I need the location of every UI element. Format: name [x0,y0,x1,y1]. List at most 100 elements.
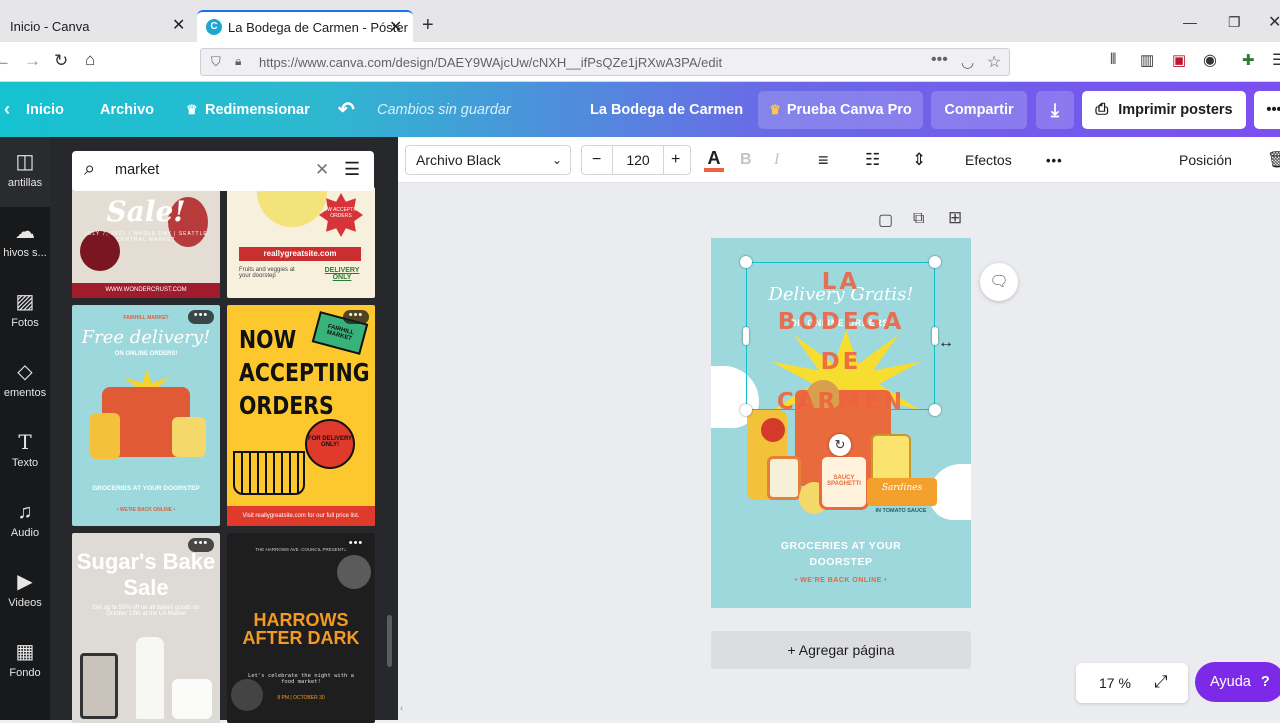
add-comment-icon[interactable]: 🗨︎ [980,263,1018,301]
press-shape [80,653,118,719]
document-title[interactable]: La Bodega de Carmen [590,82,743,137]
thumb-bottom: GROCERIES AT YOUR DOORSTEP [92,485,200,492]
template-thumbnail[interactable]: FAIRHILL MARKET Free delivery! ON ONLINE… [72,305,220,526]
extension-icon[interactable]: ▣ [1172,51,1186,69]
maximize-icon[interactable]: ❐ [1228,14,1241,31]
align-center-icon[interactable]: ≡ [818,145,829,175]
more-icon[interactable]: ••• [931,51,948,69]
fullscreen-icon[interactable]: ⤢ [1154,672,1168,692]
template-thumbnail[interactable]: Sale! JULY 7, 2021 | WHOLE DAY | SEATTLE… [72,187,220,298]
minimize-icon[interactable]: — [1183,14,1197,30]
new-tab-button[interactable]: + [422,14,434,37]
text-color-icon[interactable]: A [704,148,724,172]
more-options-icon[interactable]: ••• [188,310,214,324]
reload-icon[interactable]: ↻ [54,51,68,71]
try-pro-button[interactable]: ♛ Prueba Canva Pro [758,91,923,129]
effects-button[interactable]: Efectos [965,145,1012,175]
resize-handle[interactable] [929,256,941,268]
rail-videos[interactable]: ▶ Videos [0,557,50,627]
download-icon[interactable]: ⤓ [1036,91,1074,129]
spacing-icon[interactable]: ⇕ [912,145,926,175]
font-size-stepper[interactable]: − 120 + [581,145,691,175]
add-page-icon[interactable]: ⊞ [948,208,962,228]
font-family-select[interactable]: Archivo Black ⌄ [405,145,571,175]
scroll-left-icon[interactable]: ‹ [400,703,403,714]
thumb-sub: ON ONLINE ORDERS! [114,351,178,357]
share-button[interactable]: Compartir [931,91,1027,129]
rail-audio[interactable]: ♫ Audio [0,487,50,557]
undo-icon[interactable]: ↶ [338,82,355,137]
chevron-left-icon[interactable]: ‹ [4,82,10,137]
thumb-delivery: DELIVERY ONLY [324,267,360,281]
side-handle[interactable] [743,327,749,345]
help-button[interactable]: Ayuda ? [1195,662,1280,702]
rail-photos[interactable]: ▨ Fotos [0,277,50,347]
thumb-title: NOW ACCEPTING ORDERS [239,325,370,420]
filter-icon[interactable]: ☰ [344,159,360,180]
template-thumbnail[interactable]: THE HARROWS AVE. COUNCIL PRESENTS HARROW… [227,533,375,723]
clear-icon[interactable]: ✕ [315,160,329,180]
list-icon[interactable]: ☷ [865,145,880,175]
extensions-icon[interactable]: ✚ [1242,51,1255,69]
question-icon: ? [1260,674,1270,690]
side-rail: ◫ antillas ☁ hivos s... ▨ Fotos ◇ emento… [0,137,50,720]
home-icon[interactable]: ⌂ [85,50,95,70]
selection-box[interactable] [746,262,935,410]
print-posters-button[interactable]: ⎙ Imprimir posters [1082,91,1246,129]
tab-poster[interactable]: C La Bodega de Carmen - Póster ✕ [197,10,413,42]
rail-templates[interactable]: ◫ antillas [0,137,50,207]
jar-shape [172,679,212,719]
italic-icon[interactable]: I [774,145,779,175]
tab-inicio[interactable]: Inicio - Canva ✕ [0,10,196,42]
poster-back-online[interactable]: • WE'RE BACK ONLINE • [711,577,971,584]
library-icon[interactable]: ⫴ [1110,51,1116,68]
account-icon[interactable]: ◉ [1203,50,1217,70]
rotate-icon[interactable]: ↻ [829,434,851,456]
rail-label: Fondo [9,667,41,679]
more-options-icon[interactable]: ••• [188,538,214,552]
menu-icon[interactable]: ☰ [1272,50,1280,70]
resize-menu[interactable]: Redimensionar [205,82,310,137]
increase-size-button[interactable]: + [671,151,680,169]
sidebar-icon[interactable]: ▥ [1140,51,1154,69]
font-size-value[interactable]: 120 [612,146,664,174]
rail-background[interactable]: ▦ Fondo [0,627,50,697]
rail-uploads[interactable]: ☁ hivos s... [0,207,50,277]
more-options-icon[interactable]: ••• [343,310,369,324]
position-button[interactable]: Posición [1179,145,1232,175]
home-link[interactable]: Inicio [26,82,64,137]
back-icon[interactable]: ← [0,51,11,71]
note-icon[interactable]: ▢ [878,210,893,230]
more-icon[interactable]: ••• [1046,145,1063,175]
resize-handle[interactable] [929,404,941,416]
bookmark-star-icon[interactable]: ☆ [987,52,1001,72]
template-thumbnail[interactable]: NOW ACCEPTING ORDERS FAIRHILL MARKET FOR… [227,305,375,526]
rail-elements[interactable]: ◇ ementos [0,347,50,417]
close-window-icon[interactable]: ✕ [1268,12,1280,32]
forward-icon[interactable]: → [24,51,41,71]
panel-scrollbar[interactable] [387,615,392,667]
poster-groceries[interactable]: GROCERIES AT YOUR DOORSTEP [711,538,971,570]
file-menu[interactable]: Archivo [100,82,154,137]
more-options-icon[interactable]: ••• [343,538,369,552]
template-thumbnail[interactable]: Sugar's Bake Sale Get up to 50% off on a… [72,533,220,723]
search-input[interactable]: market [115,162,159,178]
more-options-button[interactable]: ••• [1254,91,1280,129]
resize-handle[interactable] [740,256,752,268]
search-box[interactable]: ⌕ market ✕ ☰ [72,151,374,191]
trash-icon[interactable]: 🗑︎ [1267,145,1280,175]
rail-text[interactable]: T Texto [0,417,50,487]
decrease-size-button[interactable]: − [592,151,601,169]
close-icon[interactable]: ✕ [172,15,185,35]
template-thumbnail[interactable]: NOW ACCEPTING ORDERS reallygreatsite.com… [227,187,375,298]
close-icon[interactable]: ✕ [389,17,402,37]
url-input[interactable]: ⛉ 🔒︎ https://www.canva.com/design/DAEY9W… [200,48,1010,76]
resize-handle[interactable] [740,404,752,416]
duplicate-icon[interactable]: ⧉ [913,210,924,228]
zoom-control[interactable]: 17 % ⤢ [1076,663,1188,703]
add-page-button[interactable]: + Agregar página [711,631,971,669]
zoom-level[interactable]: 17 % [1099,675,1131,691]
bold-icon[interactable]: B [740,145,752,175]
pocket-icon[interactable]: ◡ [961,53,974,71]
text-icon: T [18,430,32,454]
